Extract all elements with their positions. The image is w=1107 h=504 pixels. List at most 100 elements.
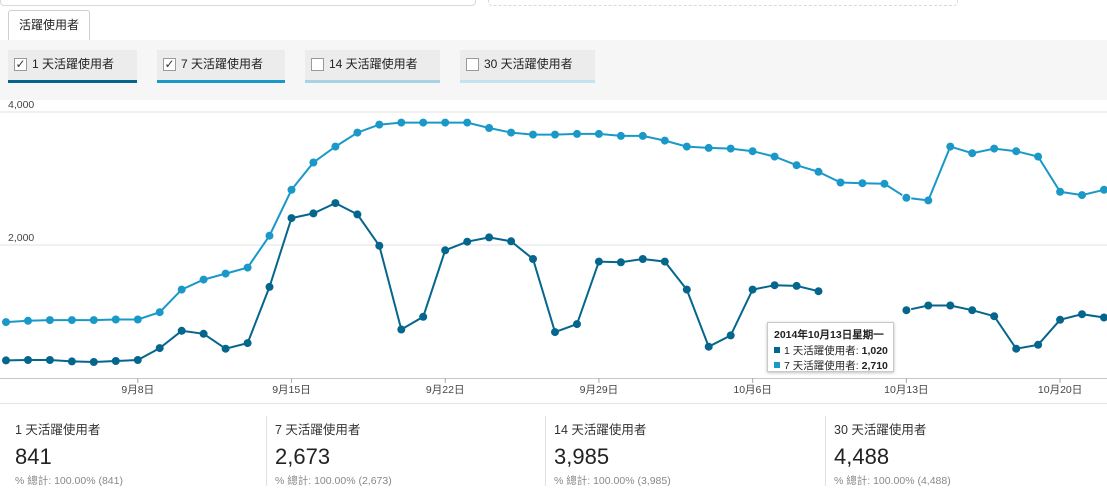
data-point [748, 285, 757, 294]
stat-value: 4,488 [834, 444, 890, 469]
data-point [814, 167, 823, 176]
data-point [287, 185, 296, 194]
data-point [573, 129, 581, 138]
data-point [133, 315, 142, 324]
segment-box[interactable] [0, 0, 476, 6]
data-point [265, 231, 274, 240]
toggle-1-day[interactable]: ✓ 1 天活躍使用者 [8, 50, 137, 83]
data-point [375, 241, 384, 250]
data-point [573, 320, 581, 329]
legend-swatch [774, 362, 780, 368]
checkbox[interactable]: ✓ [14, 58, 27, 71]
data-point [309, 158, 318, 167]
data-point [353, 210, 362, 219]
data-point [638, 131, 647, 140]
stat-name: 7 天活躍使用者 [275, 423, 361, 437]
data-point [199, 329, 208, 338]
data-point [67, 316, 76, 325]
tab-active-users[interactable]: 活躍使用者 [8, 10, 91, 41]
checkbox[interactable]: ✓ [163, 58, 176, 71]
toggle-30-day[interactable]: 30 天活躍使用者 [460, 50, 595, 83]
data-point [660, 257, 669, 266]
data-point [616, 258, 625, 267]
divider [825, 416, 826, 486]
data-point [1078, 191, 1086, 200]
data-point [704, 342, 713, 351]
data-point [924, 196, 933, 205]
toggle-7-day[interactable]: ✓ 7 天活躍使用者 [157, 50, 285, 83]
divider [545, 416, 546, 486]
x-tick-label: 10月13日 [884, 384, 928, 396]
data-point [221, 269, 230, 278]
line-chart: 2,000 4,000 9月8日 9月15日 9月22日 9月29日 10月6日 10月13日… [0, 100, 1107, 396]
data-point [155, 344, 164, 353]
checkbox[interactable] [311, 58, 324, 71]
data-point [792, 281, 801, 290]
data-point [243, 263, 252, 272]
data-point [1012, 147, 1021, 156]
stat-value: 2,673 [275, 444, 331, 469]
data-point [990, 312, 999, 321]
data-point [89, 316, 98, 325]
data-point [243, 339, 252, 348]
data-point [397, 325, 406, 334]
data-point [353, 128, 362, 137]
data-point [1034, 340, 1043, 349]
y-tick-label: 4,000 [8, 100, 34, 111]
add-segment-box[interactable] [488, 0, 958, 6]
stat-sub: % 總計: 100.00% (2,673) [275, 475, 392, 487]
legend-swatch [774, 347, 780, 353]
tooltip-row-7-day: 7 天活躍使用者: 2,710 [774, 359, 888, 374]
data-point [968, 306, 977, 315]
stat-name: 14 天活躍使用者 [554, 423, 647, 437]
data-point [45, 316, 54, 325]
data-point [221, 344, 230, 353]
data-point [726, 144, 735, 153]
data-point [111, 315, 120, 324]
data-point [858, 179, 867, 188]
stat-30-day[interactable]: 30 天活躍使用者 4,488 % 總計: 100.00% (4,488) [825, 414, 1094, 494]
data-point [2, 356, 10, 365]
stat-sub: % 總計: 100.00% (841) [15, 475, 123, 487]
x-tick-label: 9月22日 [426, 384, 465, 396]
stat-1-day[interactable]: 1 天活躍使用者 841 % 總計: 100.00% (841) [15, 414, 275, 494]
data-point [133, 356, 142, 364]
toggle-label: 14 天活躍使用者 [329, 57, 418, 71]
data-point [485, 233, 494, 242]
tooltip-label: 7 天活躍使用者: [784, 360, 859, 372]
data-point [24, 316, 32, 325]
data-point [199, 275, 208, 284]
data-point [507, 128, 516, 137]
data-point [1056, 187, 1065, 196]
data-point [1056, 315, 1065, 324]
data-point [748, 147, 757, 156]
data-point [726, 331, 735, 340]
data-point [441, 246, 450, 255]
data-point [463, 118, 472, 127]
data-point [309, 209, 318, 218]
stat-value: 841 [15, 444, 52, 469]
checkbox[interactable] [466, 58, 479, 71]
series-line-7-day [5, 121, 1105, 324]
data-point [397, 118, 406, 127]
toggle-label: 7 天活躍使用者 [181, 57, 264, 71]
data-point [814, 287, 823, 296]
data-point [1100, 313, 1107, 322]
data-point [265, 282, 274, 291]
stat-7-day[interactable]: 7 天活躍使用者 2,673 % 總計: 100.00% (2,673) [266, 414, 535, 494]
toggle-14-day[interactable]: 14 天活躍使用者 [305, 50, 440, 83]
data-point [1012, 344, 1021, 353]
stat-sub: % 總計: 100.00% (3,985) [554, 475, 671, 487]
data-point [463, 237, 472, 246]
stat-14-day[interactable]: 14 天活躍使用者 3,985 % 總計: 100.00% (3,985) [545, 414, 814, 494]
data-point [529, 130, 537, 139]
data-point [551, 130, 559, 139]
x-tick-label: 10月6日 [733, 384, 772, 396]
chart-tooltip: 2014年10月13日星期一 1 天活躍使用者: 1,020 7 天活躍使用者:… [767, 322, 894, 372]
data-point [638, 255, 647, 263]
toggle-color-bar [460, 80, 595, 83]
top-controls [0, 0, 1107, 8]
data-point [770, 281, 779, 290]
data-point [419, 312, 428, 321]
data-point [2, 318, 10, 327]
